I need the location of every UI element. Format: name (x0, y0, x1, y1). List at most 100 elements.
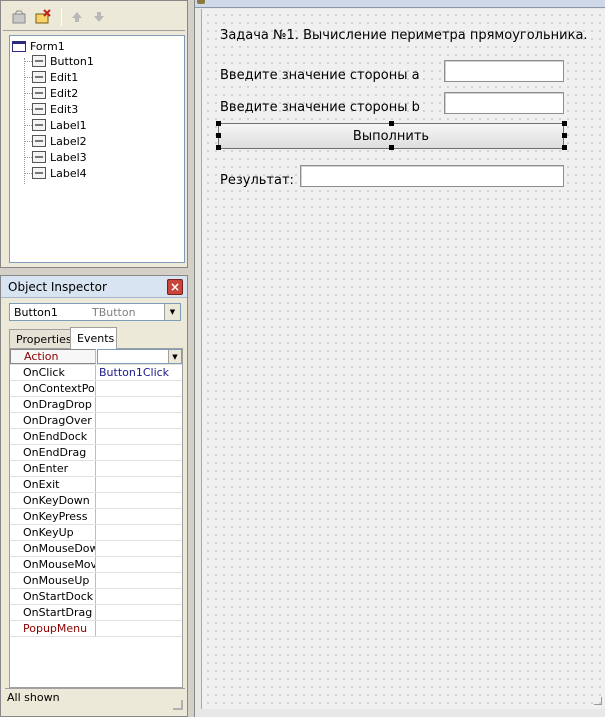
event-value[interactable] (97, 541, 182, 556)
event-row-onstartdock[interactable]: OnStartDock (10, 589, 182, 605)
event-value[interactable] (97, 525, 182, 540)
event-name: Action (10, 349, 96, 364)
event-value[interactable] (97, 573, 182, 588)
tree-item-form1[interactable]: Form1 (12, 38, 65, 54)
button-component-icon (32, 55, 46, 67)
component-selector[interactable]: Button1 TButton ▼ (9, 303, 181, 321)
form-canvas[interactable]: Задача №1. Вычисление периметра прямоуго… (201, 9, 605, 709)
tree-item-label: Form1 (30, 39, 65, 53)
event-name: OnStartDrag (10, 605, 96, 620)
tree-item-label: Label2 (50, 134, 87, 148)
event-value[interactable] (97, 461, 182, 476)
side-a-label: Введите значение стороны a (220, 68, 420, 83)
form-title-bar[interactable] (195, 0, 605, 8)
event-value[interactable] (97, 381, 182, 396)
events-grid[interactable]: Action ▼ OnClick Button1Click OnContextP… (9, 348, 183, 688)
event-name: OnClick (10, 365, 96, 380)
event-row-oncontextpopup[interactable]: OnContextPopup (10, 381, 182, 397)
event-row-onenddock[interactable]: OnEndDock (10, 429, 182, 445)
selected-component-name: Button1 (14, 305, 58, 319)
event-row-onmousemove[interactable]: OnMouseMove (10, 557, 182, 573)
new-component-icon[interactable] (9, 7, 29, 27)
tree-item-label: Label1 (50, 118, 87, 132)
result-label: Результат: (220, 173, 294, 188)
selection-handle[interactable] (389, 121, 394, 126)
event-value[interactable] (97, 621, 182, 636)
selection-handle[interactable] (562, 133, 567, 138)
event-name: OnEndDock (10, 429, 96, 444)
inspector-title: Object Inspector (8, 279, 107, 294)
event-value[interactable] (97, 557, 182, 572)
event-row-onenter[interactable]: OnEnter (10, 461, 182, 477)
event-row-onmousedown[interactable]: OnMouseDown (10, 541, 182, 557)
event-row-onenddrag[interactable]: OnEndDrag (10, 445, 182, 461)
delete-component-icon[interactable] (33, 7, 53, 27)
event-value[interactable] (97, 429, 182, 444)
event-row-onexit[interactable]: OnExit (10, 477, 182, 493)
selection-handle[interactable] (562, 121, 567, 126)
event-value[interactable] (97, 493, 182, 508)
component-tree[interactable]: Form1 Button1 Edit1 Edit2 Edit3 Label1 L… (9, 35, 185, 263)
tree-item-label: Button1 (50, 54, 94, 68)
form-designer: Задача №1. Вычисление периметра прямоуго… (194, 0, 605, 717)
tree-item-button1[interactable]: Button1 (32, 53, 94, 69)
event-row-onkeyup[interactable]: OnKeyUp (10, 525, 182, 541)
event-row-action[interactable]: Action ▼ (10, 349, 182, 365)
selection-handle[interactable] (216, 121, 221, 126)
result-output[interactable] (300, 165, 564, 187)
inspector-title-bar[interactable]: Object Inspector × (1, 276, 187, 298)
event-name: OnKeyUp (10, 525, 96, 540)
event-value[interactable]: Button1Click (97, 365, 182, 380)
move-down-icon[interactable] (89, 7, 109, 27)
selection-handle[interactable] (389, 145, 394, 150)
event-row-onmouseup[interactable]: OnMouseUp (10, 573, 182, 589)
event-name: OnStartDock (10, 589, 96, 604)
close-icon[interactable]: × (167, 279, 183, 295)
move-up-icon[interactable] (67, 7, 87, 27)
selection-handle[interactable] (216, 145, 221, 150)
event-value-dropdown[interactable]: ▼ (97, 349, 182, 364)
resize-grip-icon[interactable] (173, 700, 183, 710)
treeview-toolbar (3, 3, 185, 31)
event-value[interactable] (97, 509, 182, 524)
tab-properties[interactable]: Properties (9, 329, 72, 349)
event-value[interactable] (97, 589, 182, 604)
selection-handle[interactable] (216, 133, 221, 138)
tree-item-edit3[interactable]: Edit3 (32, 101, 78, 117)
event-value[interactable] (97, 413, 182, 428)
selected-component-type: TButton (92, 305, 136, 319)
tree-item-label: Edit3 (50, 102, 79, 116)
tree-item-label4[interactable]: Label4 (32, 165, 87, 181)
event-value[interactable] (97, 445, 182, 460)
tree-item-label3[interactable]: Label3 (32, 149, 87, 165)
tree-item-label2[interactable]: Label2 (32, 133, 87, 149)
event-name: OnDragDrop (10, 397, 96, 412)
form-icon (197, 0, 205, 4)
event-value[interactable] (97, 477, 182, 492)
object-treeview-panel: Form1 Button1 Edit1 Edit2 Edit3 Label1 L… (0, 0, 188, 268)
event-row-onclick[interactable]: OnClick Button1Click (10, 365, 182, 381)
event-value[interactable] (97, 397, 182, 412)
side-a-input[interactable] (444, 60, 564, 82)
event-row-onkeypress[interactable]: OnKeyPress (10, 509, 182, 525)
chevron-down-icon[interactable]: ▼ (168, 350, 181, 363)
event-row-onstartdrag[interactable]: OnStartDrag (10, 605, 182, 621)
event-value[interactable] (97, 605, 182, 620)
event-name: OnExit (10, 477, 96, 492)
event-row-ondragover[interactable]: OnDragOver (10, 413, 182, 429)
side-b-input[interactable] (444, 92, 564, 114)
event-name: OnKeyPress (10, 509, 96, 524)
side-b-label: Введите значение стороны b (220, 100, 420, 115)
tree-item-label: Edit1 (50, 70, 79, 84)
tree-item-edit2[interactable]: Edit2 (32, 85, 78, 101)
event-row-onkeydown[interactable]: OnKeyDown (10, 493, 182, 509)
chevron-down-icon[interactable]: ▼ (164, 304, 180, 320)
tab-events[interactable]: Events (70, 327, 117, 349)
event-row-popupmenu[interactable]: PopupMenu (10, 621, 182, 637)
tree-item-label1[interactable]: Label1 (32, 117, 87, 133)
event-name: OnMouseMove (10, 557, 96, 572)
resize-grip-icon[interactable] (594, 697, 602, 705)
selection-handle[interactable] (562, 145, 567, 150)
event-row-ondragdrop[interactable]: OnDragDrop (10, 397, 182, 413)
tree-item-edit1[interactable]: Edit1 (32, 69, 78, 85)
